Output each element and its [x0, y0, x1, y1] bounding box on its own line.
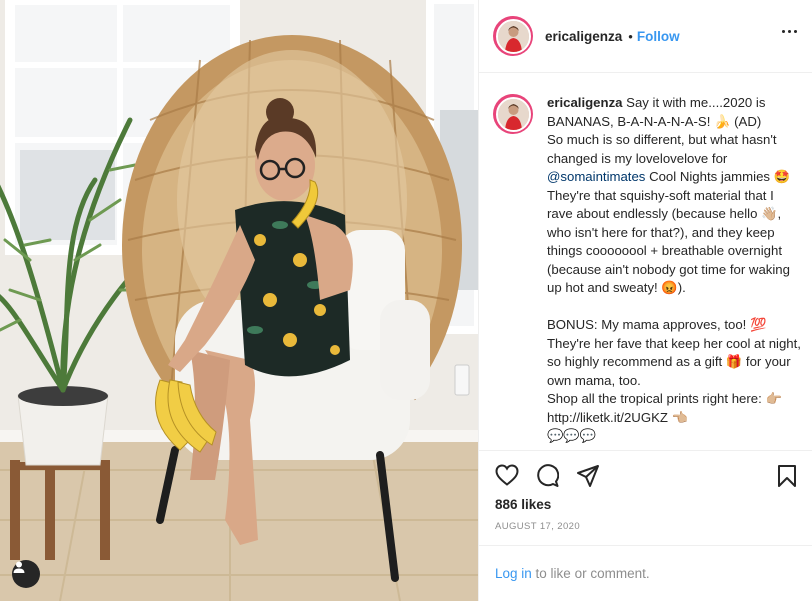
header-username[interactable]: ericaligenza [545, 29, 622, 44]
comments-section: ericaligenza Say it with me....2020 is B… [479, 74, 812, 450]
heart-icon[interactable] [495, 464, 519, 486]
post-header: ericaligenza • Follow [479, 0, 812, 73]
photo-illustration [0, 0, 478, 601]
action-bar [479, 450, 812, 498]
caption-username[interactable]: ericaligenza [547, 95, 623, 110]
user-tag-button[interactable] [12, 560, 40, 588]
comment-icon[interactable] [535, 464, 559, 488]
login-prompt: Log in to like or comment. [479, 545, 812, 601]
profile-avatar[interactable] [493, 16, 533, 56]
avatar-image [495, 18, 531, 54]
follow-separator: • [628, 28, 633, 44]
follow-button[interactable]: Follow [637, 29, 680, 44]
avatar-illustration [497, 20, 529, 52]
post-details-panel: ericaligenza • Follow ericaligenza Say i… [478, 0, 812, 601]
caption-text: ericaligenza Say it with me....2020 is B… [547, 94, 801, 446]
caption-body-2: Cool Nights jammies 🤩 They're that squis… [547, 169, 801, 443]
post-date[interactable]: AUGUST 17, 2020 [495, 521, 580, 532]
likes-count[interactable]: 886 likes [495, 497, 551, 512]
avatar-image [495, 96, 531, 132]
share-icon[interactable] [576, 464, 600, 488]
post-photo[interactable] [0, 0, 478, 601]
login-link[interactable]: Log in [495, 566, 532, 581]
avatar-illustration [497, 98, 529, 130]
caption-avatar[interactable] [493, 94, 533, 134]
user-tag-icon [13, 561, 25, 573]
more-options-icon[interactable] [782, 30, 797, 33]
login-prompt-text: to like or comment. [531, 566, 650, 581]
caption-mention-link[interactable]: @somaintimates [547, 169, 645, 184]
bookmark-icon[interactable] [777, 464, 797, 488]
caption-row: ericaligenza Say it with me....2020 is B… [493, 94, 801, 446]
